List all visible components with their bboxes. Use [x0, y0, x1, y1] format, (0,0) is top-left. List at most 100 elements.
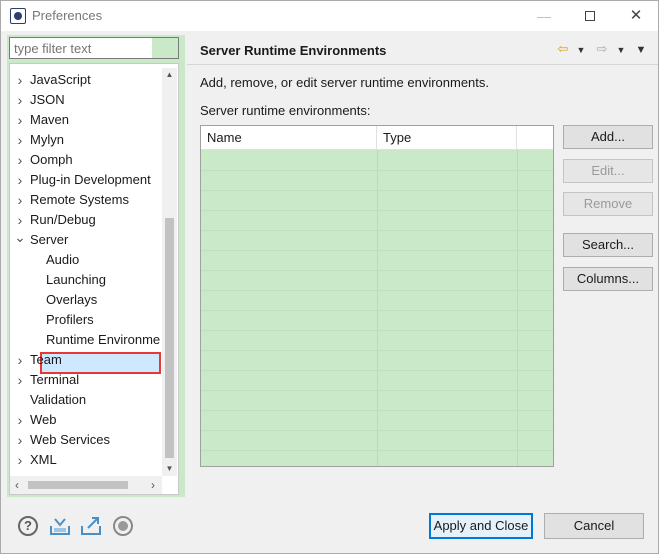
- tree-item-label: Team: [30, 352, 62, 367]
- clear-filter-icon[interactable]: [152, 38, 178, 58]
- tree-item[interactable]: Validation: [10, 390, 160, 410]
- tree-item-label: Validation: [30, 392, 87, 407]
- tree-item[interactable]: › Maven: [10, 110, 160, 130]
- scroll-right-icon[interactable]: ›: [146, 476, 160, 494]
- tree-item-label: Runtime Environme: [46, 332, 161, 347]
- tree-horizontal-scrollbar[interactable]: ‹ ›: [10, 476, 162, 494]
- tree-item[interactable]: › Web: [10, 410, 160, 430]
- tree-item[interactable]: › Plug-in Development: [10, 170, 160, 190]
- tree-item[interactable]: › Oomph: [10, 150, 160, 170]
- tree-item[interactable]: › Team: [10, 350, 160, 370]
- forward-menu-chevron-icon[interactable]: ▼: [615, 41, 627, 59]
- table-row-line: [201, 250, 553, 251]
- chevron-right-icon[interactable]: ›: [14, 410, 26, 430]
- table-header: Name Type: [201, 126, 553, 150]
- chevron-right-icon[interactable]: ›: [14, 150, 26, 170]
- help-icon[interactable]: ?: [18, 516, 38, 536]
- chevron-right-icon[interactable]: ›: [14, 450, 26, 470]
- tree-item[interactable]: Profilers: [10, 310, 160, 330]
- chevron-right-icon[interactable]: ›: [14, 90, 26, 110]
- chevron-right-icon[interactable]: ›: [14, 350, 26, 370]
- column-header-name[interactable]: Name: [201, 126, 377, 150]
- edit-button[interactable]: Edit...: [563, 159, 653, 183]
- tree-item-label: XML: [30, 452, 57, 467]
- runtime-list-label: Server runtime environments:: [200, 103, 371, 118]
- page-description: Add, remove, or edit server runtime envi…: [200, 75, 490, 90]
- table-row-line: [201, 430, 553, 431]
- tree-vertical-scrollbar[interactable]: ▲ ▼: [162, 68, 177, 476]
- chevron-right-icon[interactable]: ›: [14, 370, 26, 390]
- add-button[interactable]: Add...: [563, 125, 653, 149]
- filter-input[interactable]: [10, 38, 152, 58]
- record-icon[interactable]: [113, 516, 133, 536]
- tree-item-label: Profilers: [46, 312, 94, 327]
- apply-and-close-button[interactable]: Apply and Close: [429, 513, 533, 539]
- tree-item-label: Maven: [30, 112, 70, 127]
- tree-item-label: Launching: [46, 272, 106, 287]
- tree-item-label: Mylyn: [30, 132, 64, 147]
- close-button[interactable]: ✕: [613, 1, 659, 31]
- chevron-right-icon[interactable]: ›: [14, 170, 26, 190]
- tree-item-label: Oomph: [30, 152, 73, 167]
- scroll-down-icon[interactable]: ▼: [162, 462, 177, 476]
- table-row-line: [201, 230, 553, 231]
- chevron-right-icon[interactable]: ›: [14, 430, 26, 450]
- chevron-right-icon[interactable]: ›: [14, 110, 26, 130]
- chevron-down-icon[interactable]: ⌄: [14, 230, 26, 250]
- import-icon[interactable]: [49, 516, 70, 536]
- cancel-button[interactable]: Cancel: [544, 513, 644, 539]
- tree-item[interactable]: Overlays: [10, 290, 160, 310]
- chevron-right-icon[interactable]: ›: [14, 190, 26, 210]
- table-row-line: [201, 330, 553, 331]
- tree-item-label: JSON: [30, 92, 65, 107]
- forward-arrow-icon[interactable]: ⇨: [594, 41, 610, 59]
- tree-item[interactable]: › Terminal: [10, 370, 160, 390]
- scroll-left-icon[interactable]: ‹: [10, 476, 24, 494]
- scroll-thumb-horizontal[interactable]: [28, 481, 128, 489]
- columns-button[interactable]: Columns...: [563, 267, 653, 291]
- search-button[interactable]: Search...: [563, 233, 653, 257]
- eclipse-app-icon: [10, 8, 26, 24]
- tree-item[interactable]: › Mylyn: [10, 130, 160, 150]
- tree-item[interactable]: Launching: [10, 270, 160, 290]
- tree-item[interactable]: › XML: [10, 450, 160, 470]
- view-menu-icon[interactable]: ▼: [635, 41, 647, 59]
- chevron-right-icon[interactable]: ›: [14, 210, 26, 230]
- export-icon[interactable]: [80, 516, 101, 536]
- tree-item[interactable]: › JSON: [10, 90, 160, 110]
- tree-item[interactable]: › Web Services: [10, 430, 160, 450]
- tree-item-label: JavaScript: [30, 72, 91, 87]
- column-divider: [377, 150, 378, 466]
- back-menu-chevron-icon[interactable]: ▼: [575, 41, 587, 59]
- preferences-tree-panel: ▲ ▼ ‹ › › JavaScript › JSON › Maven › Mylyn › Oom…: [7, 35, 185, 497]
- page-content: Server Runtime Environments ⇦ ▼ ⇨ ▼ ▼ Ad…: [187, 35, 658, 497]
- tree-item-label: Web Services: [30, 432, 110, 447]
- scroll-thumb[interactable]: [165, 218, 174, 458]
- table-row-line: [201, 190, 553, 191]
- tree-item[interactable]: › JavaScript: [10, 70, 160, 90]
- tree-item[interactable]: › Remote Systems: [10, 190, 160, 210]
- tree-item-selected[interactable]: Runtime Environme: [10, 330, 160, 350]
- column-header-type[interactable]: Type: [377, 126, 517, 150]
- table-row-line: [201, 290, 553, 291]
- chevron-right-icon[interactable]: ›: [14, 70, 26, 90]
- table-row-line: [201, 370, 553, 371]
- table-row-line: [201, 170, 553, 171]
- chevron-right-icon[interactable]: ›: [14, 130, 26, 150]
- table-row-line: [201, 350, 553, 351]
- tree-item-label: Server: [30, 232, 69, 247]
- tree-item[interactable]: › Run/Debug: [10, 210, 160, 230]
- maximize-button[interactable]: [567, 1, 613, 31]
- remove-button[interactable]: Remove: [563, 192, 653, 216]
- table-row-line: [201, 390, 553, 391]
- column-divider: [517, 150, 518, 466]
- minimize-button[interactable]: —: [521, 1, 567, 31]
- scroll-up-icon[interactable]: ▲: [162, 68, 177, 82]
- tree-item-label: Plug-in Development: [30, 172, 151, 187]
- runtime-environments-table[interactable]: Name Type: [200, 125, 554, 467]
- page-header: Server Runtime Environments ⇦ ▼ ⇨ ▼ ▼: [187, 35, 658, 65]
- tree-item[interactable]: Audio: [10, 250, 160, 270]
- back-arrow-icon[interactable]: ⇦: [555, 41, 571, 59]
- tree-item[interactable]: ⌄ Server: [10, 230, 160, 250]
- preferences-window: Preferences — ✕ ▲ ▼ ‹ › › JavaScript › JSON…: [0, 0, 659, 554]
